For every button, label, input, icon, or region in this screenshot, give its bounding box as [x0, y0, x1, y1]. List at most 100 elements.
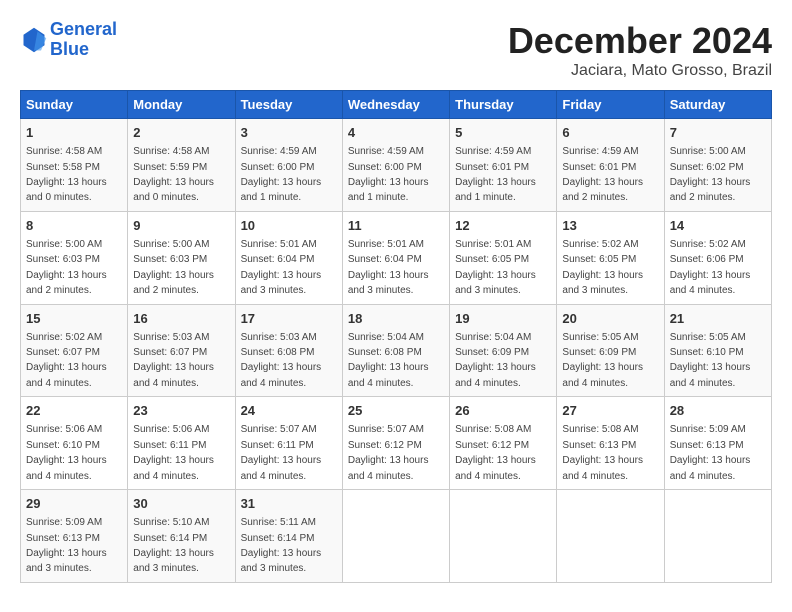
calendar-cell: 31Sunrise: 5:11 AMSunset: 6:14 PMDayligh… — [235, 490, 342, 583]
calendar-cell: 2 Sunrise: 4:58 AMSunset: 5:59 PMDaylight… — [128, 119, 235, 212]
day-info: Sunrise: 4:59 AMSunset: 6:01 PMDaylight:… — [562, 146, 643, 203]
page-header: General Blue December 2024 Jaciara, Mato… — [20, 20, 772, 80]
day-info: Sunrise: 4:59 AMSunset: 6:00 PMDaylight:… — [241, 146, 322, 203]
weekday-header: Sunday — [21, 91, 128, 119]
day-number: 3 — [241, 124, 337, 142]
day-info: Sunrise: 5:02 AMSunset: 6:05 PMDaylight:… — [562, 239, 643, 296]
day-number: 5 — [455, 124, 551, 142]
weekday-header: Wednesday — [342, 91, 449, 119]
day-number: 12 — [455, 217, 551, 235]
month-title: December 2024 — [508, 20, 772, 62]
calendar-cell: 29Sunrise: 5:09 AMSunset: 6:13 PMDayligh… — [21, 490, 128, 583]
day-info: Sunrise: 5:02 AMSunset: 6:06 PMDaylight:… — [670, 239, 751, 296]
day-number: 30 — [133, 495, 229, 513]
calendar-cell: 12 Sunrise: 5:01 AMSunset: 6:05 PMDayligh… — [450, 211, 557, 304]
location-subtitle: Jaciara, Mato Grosso, Brazil — [508, 62, 772, 80]
calendar-cell: 16Sunrise: 5:03 AMSunset: 6:07 PMDayligh… — [128, 304, 235, 397]
day-info: Sunrise: 5:01 AMSunset: 6:05 PMDaylight:… — [455, 239, 536, 296]
calendar-cell — [664, 490, 771, 583]
calendar-cell — [557, 490, 664, 583]
calendar-cell: 7 Sunrise: 5:00 AMSunset: 6:02 PMDaylight… — [664, 119, 771, 212]
day-number: 27 — [562, 402, 658, 420]
day-number: 23 — [133, 402, 229, 420]
calendar-cell — [342, 490, 449, 583]
calendar-cell: 4Sunrise: 4:59 AMSunset: 6:00 PMDaylight… — [342, 119, 449, 212]
weekday-header-row: SundayMondayTuesdayWednesdayThursdayFrid… — [21, 91, 772, 119]
calendar-cell: 9 Sunrise: 5:00 AMSunset: 6:03 PMDaylight… — [128, 211, 235, 304]
calendar-week-row: 1Sunrise: 4:58 AMSunset: 5:58 PMDaylight… — [21, 119, 772, 212]
day-info: Sunrise: 5:07 AMSunset: 6:11 PMDaylight:… — [241, 424, 322, 481]
day-number: 17 — [241, 310, 337, 328]
day-number: 20 — [562, 310, 658, 328]
day-info: Sunrise: 5:06 AMSunset: 6:10 PMDaylight:… — [26, 424, 107, 481]
calendar-cell: 30 Sunrise: 5:10 AMSunset: 6:14 PMDayligh… — [128, 490, 235, 583]
calendar-cell: 8 Sunrise: 5:00 AMSunset: 6:03 PMDaylight… — [21, 211, 128, 304]
day-number: 31 — [241, 495, 337, 513]
day-info: Sunrise: 5:00 AMSunset: 6:02 PMDaylight:… — [670, 146, 751, 203]
calendar-week-row: 22 Sunrise: 5:06 AMSunset: 6:10 PMDayligh… — [21, 397, 772, 490]
calendar-cell: 1Sunrise: 4:58 AMSunset: 5:58 PMDaylight… — [21, 119, 128, 212]
day-info: Sunrise: 4:59 AMSunset: 6:00 PMDaylight:… — [348, 146, 429, 203]
calendar-cell: 24 Sunrise: 5:07 AMSunset: 6:11 PMDayligh… — [235, 397, 342, 490]
day-info: Sunrise: 5:00 AMSunset: 6:03 PMDaylight:… — [26, 239, 107, 296]
title-block: December 2024 Jaciara, Mato Grosso, Braz… — [508, 20, 772, 80]
day-number: 14 — [670, 217, 766, 235]
calendar-cell: 10Sunrise: 5:01 AMSunset: 6:04 PMDayligh… — [235, 211, 342, 304]
day-number: 9 — [133, 217, 229, 235]
calendar-cell: 5 Sunrise: 4:59 AMSunset: 6:01 PMDaylight… — [450, 119, 557, 212]
calendar-cell: 23 Sunrise: 5:06 AMSunset: 6:11 PMDayligh… — [128, 397, 235, 490]
day-number: 11 — [348, 217, 444, 235]
logo-icon — [20, 26, 48, 54]
day-number: 18 — [348, 310, 444, 328]
day-number: 21 — [670, 310, 766, 328]
calendar-cell: 22 Sunrise: 5:06 AMSunset: 6:10 PMDayligh… — [21, 397, 128, 490]
calendar-cell: 18 Sunrise: 5:04 AMSunset: 6:08 PMDayligh… — [342, 304, 449, 397]
day-number: 6 — [562, 124, 658, 142]
calendar-cell: 19Sunrise: 5:04 AMSunset: 6:09 PMDayligh… — [450, 304, 557, 397]
day-info: Sunrise: 5:00 AMSunset: 6:03 PMDaylight:… — [133, 239, 214, 296]
day-info: Sunrise: 5:07 AMSunset: 6:12 PMDaylight:… — [348, 424, 429, 481]
calendar-cell: 28Sunrise: 5:09 AMSunset: 6:13 PMDayligh… — [664, 397, 771, 490]
day-number: 19 — [455, 310, 551, 328]
day-number: 22 — [26, 402, 122, 420]
day-info: Sunrise: 5:10 AMSunset: 6:14 PMDaylight:… — [133, 517, 214, 574]
day-number: 24 — [241, 402, 337, 420]
day-info: Sunrise: 5:06 AMSunset: 6:11 PMDaylight:… — [133, 424, 214, 481]
day-info: Sunrise: 5:02 AMSunset: 6:07 PMDaylight:… — [26, 332, 107, 389]
calendar-week-row: 29Sunrise: 5:09 AMSunset: 6:13 PMDayligh… — [21, 490, 772, 583]
day-number: 29 — [26, 495, 122, 513]
day-info: Sunrise: 5:05 AMSunset: 6:10 PMDaylight:… — [670, 332, 751, 389]
calendar-cell — [450, 490, 557, 583]
calendar-cell: 11Sunrise: 5:01 AMSunset: 6:04 PMDayligh… — [342, 211, 449, 304]
day-info: Sunrise: 4:59 AMSunset: 6:01 PMDaylight:… — [455, 146, 536, 203]
calendar-cell: 27 Sunrise: 5:08 AMSunset: 6:13 PMDayligh… — [557, 397, 664, 490]
day-number: 25 — [348, 402, 444, 420]
day-info: Sunrise: 5:01 AMSunset: 6:04 PMDaylight:… — [241, 239, 322, 296]
calendar-table: SundayMondayTuesdayWednesdayThursdayFrid… — [20, 90, 772, 583]
day-number: 26 — [455, 402, 551, 420]
calendar-cell: 3 Sunrise: 4:59 AMSunset: 6:00 PMDaylight… — [235, 119, 342, 212]
logo-blue: Blue — [50, 39, 89, 59]
weekday-header: Tuesday — [235, 91, 342, 119]
day-number: 8 — [26, 217, 122, 235]
weekday-header: Monday — [128, 91, 235, 119]
day-info: Sunrise: 5:04 AMSunset: 6:08 PMDaylight:… — [348, 332, 429, 389]
day-info: Sunrise: 4:58 AMSunset: 5:59 PMDaylight:… — [133, 146, 214, 203]
calendar-cell: 21 Sunrise: 5:05 AMSunset: 6:10 PMDayligh… — [664, 304, 771, 397]
day-info: Sunrise: 5:09 AMSunset: 6:13 PMDaylight:… — [670, 424, 751, 481]
calendar-week-row: 8 Sunrise: 5:00 AMSunset: 6:03 PMDaylight… — [21, 211, 772, 304]
day-number: 2 — [133, 124, 229, 142]
calendar-cell: 25 Sunrise: 5:07 AMSunset: 6:12 PMDayligh… — [342, 397, 449, 490]
day-number: 15 — [26, 310, 122, 328]
weekday-header: Saturday — [664, 91, 771, 119]
calendar-cell: 6 Sunrise: 4:59 AMSunset: 6:01 PMDaylight… — [557, 119, 664, 212]
weekday-header: Thursday — [450, 91, 557, 119]
day-number: 13 — [562, 217, 658, 235]
calendar-cell: 26Sunrise: 5:08 AMSunset: 6:12 PMDayligh… — [450, 397, 557, 490]
calendar-cell: 14 Sunrise: 5:02 AMSunset: 6:06 PMDayligh… — [664, 211, 771, 304]
day-info: Sunrise: 5:03 AMSunset: 6:07 PMDaylight:… — [133, 332, 214, 389]
calendar-week-row: 15 Sunrise: 5:02 AMSunset: 6:07 PMDayligh… — [21, 304, 772, 397]
day-number: 7 — [670, 124, 766, 142]
day-info: Sunrise: 5:05 AMSunset: 6:09 PMDaylight:… — [562, 332, 643, 389]
day-info: Sunrise: 5:08 AMSunset: 6:13 PMDaylight:… — [562, 424, 643, 481]
